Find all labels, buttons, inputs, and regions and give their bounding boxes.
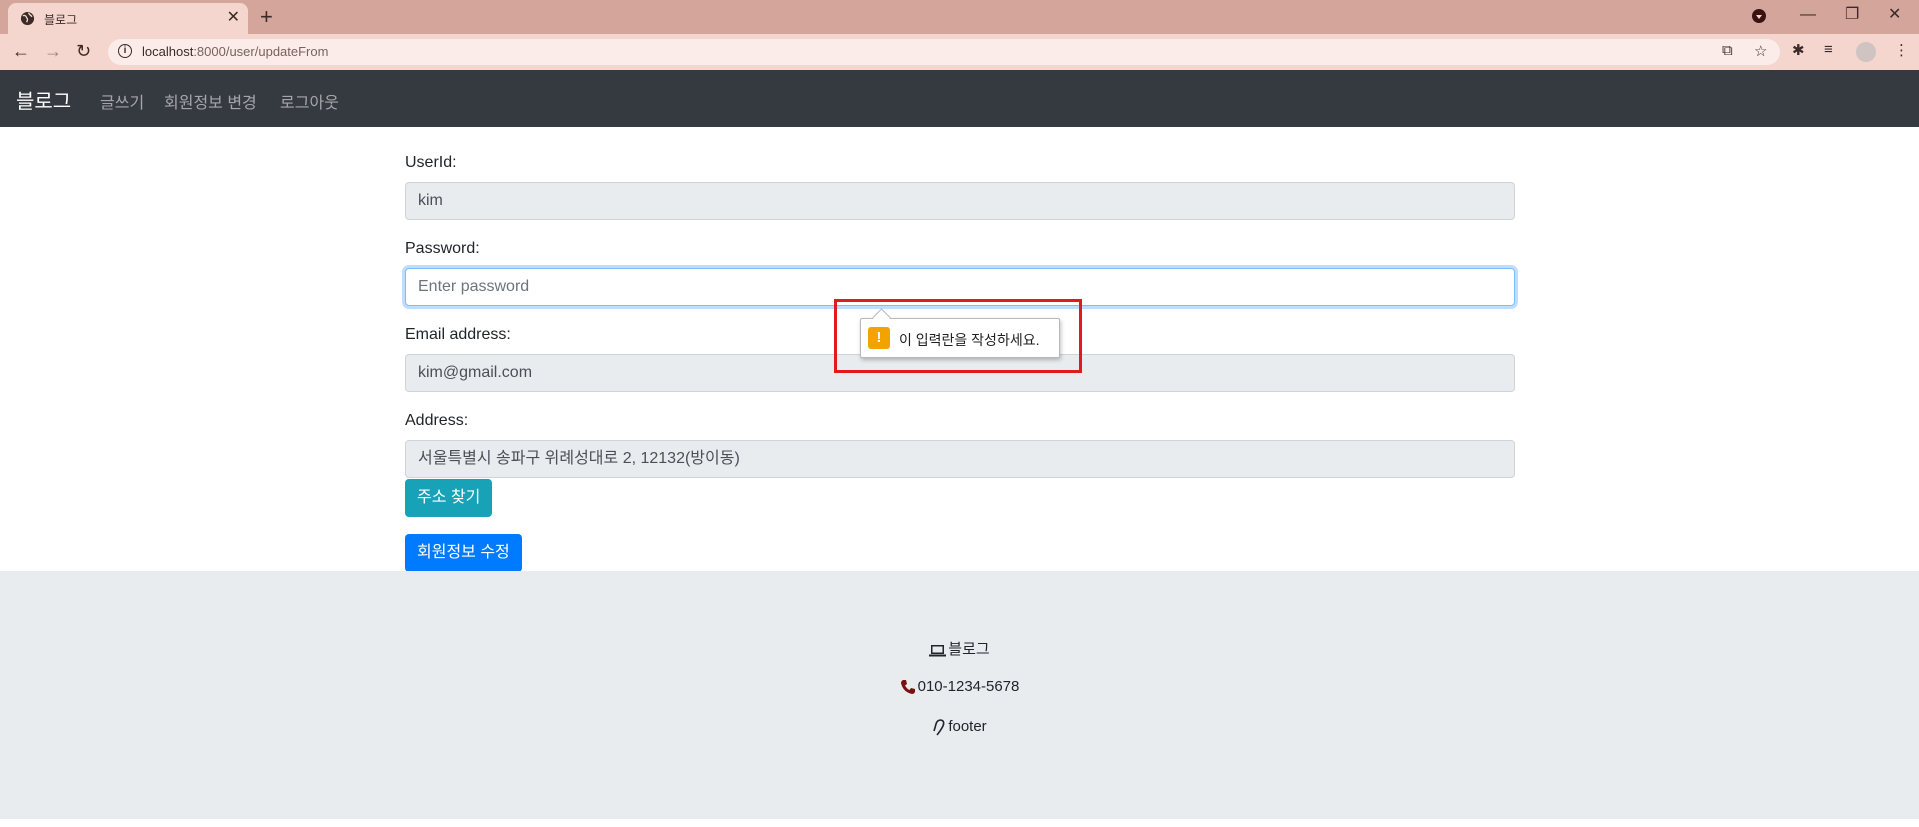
address-bar[interactable]: i localhost:8000/user/updateFrom ⧉ ☆ — [108, 39, 1780, 65]
validation-message: 이 입력란을 작성하세요. — [899, 332, 1040, 348]
address-label: Address: — [405, 412, 469, 429]
site-info-icon[interactable]: i — [118, 44, 132, 58]
browser-tab-strip: 블로그 ✕ + — ❐ ✕ — [0, 0, 1919, 34]
site-navbar: 블로그 글쓰기 회원정보 변경 로그아웃 — [0, 70, 1919, 127]
address-field[interactable]: 서울특별시 송파구 위례성대로 2, 12132(방이동) — [405, 440, 1515, 478]
minimize-icon[interactable]: — — [1800, 4, 1816, 26]
tab-title: 블로그 — [44, 13, 78, 27]
url-path: :8000/user/updateFrom — [193, 44, 329, 59]
globe-icon — [20, 11, 35, 26]
footer-phone-row: 010-1234-5678 — [0, 678, 1919, 695]
warning-icon: ! — [868, 327, 890, 349]
new-tab-button[interactable]: + — [260, 5, 273, 29]
find-address-button[interactable]: 주소 찾기 — [405, 479, 493, 517]
footer-brand: 블로그 — [948, 641, 990, 658]
nav-link-update-user[interactable]: 회원정보 변경 — [164, 89, 257, 113]
tab-search-icon[interactable] — [1752, 9, 1766, 23]
password-label: Password: — [405, 240, 480, 257]
userid-label: UserId: — [405, 154, 457, 171]
footer-brand-row: 블로그 — [0, 638, 1919, 659]
footer-note: footer — [948, 718, 987, 735]
footer-note-row: footer — [0, 718, 1919, 736]
translate-icon[interactable]: ⧉ — [1722, 42, 1733, 59]
userid-field[interactable]: kim — [405, 182, 1515, 220]
validation-tooltip: ! 이 입력란을 작성하세요. — [860, 308, 1060, 358]
reading-list-icon[interactable]: ≡ — [1824, 41, 1833, 58]
shoe-print-icon — [933, 718, 945, 736]
close-tab-icon[interactable]: ✕ — [227, 8, 240, 28]
nav-link-logout[interactable]: 로그아웃 — [280, 89, 339, 113]
nav-link-write[interactable]: 글쓰기 — [100, 89, 144, 113]
menu-kebab-icon[interactable]: ⋮ — [1894, 41, 1909, 59]
reload-icon[interactable]: ↻ — [76, 39, 91, 63]
extensions-puzzle-icon[interactable]: ✱ — [1792, 41, 1805, 59]
phone-icon — [900, 680, 915, 695]
forward-arrow-icon[interactable]: → — [44, 39, 62, 63]
browser-toolbar: ← → ↻ i localhost:8000/user/updateFrom ⧉… — [0, 34, 1919, 70]
bookmark-star-icon[interactable]: ☆ — [1754, 42, 1767, 60]
profile-avatar[interactable] — [1856, 42, 1876, 62]
footer-phone: 010-1234-5678 — [917, 678, 1020, 695]
navbar-brand[interactable]: 블로그 — [16, 85, 71, 114]
email-label: Email address: — [405, 326, 511, 343]
laptop-icon — [929, 644, 947, 657]
window-close-icon[interactable]: ✕ — [1888, 4, 1901, 26]
url-host: localhost — [142, 44, 194, 59]
back-arrow-icon[interactable]: ← — [12, 39, 30, 63]
update-user-button[interactable]: 회원정보 수정 — [405, 534, 522, 572]
site-footer: 블로그 010-1234-5678 footer — [0, 571, 1919, 819]
restore-icon[interactable]: ❐ — [1845, 4, 1859, 26]
browser-tab[interactable]: 블로그 ✕ — [8, 3, 248, 34]
url-text: localhost:8000/user/updateFrom — [142, 44, 328, 59]
